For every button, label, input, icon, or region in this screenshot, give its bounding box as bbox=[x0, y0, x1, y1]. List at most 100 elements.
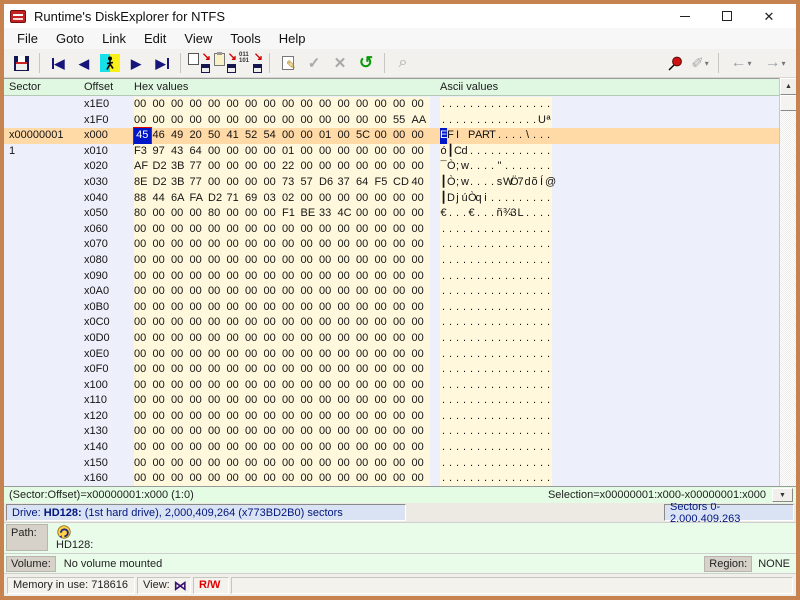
ascii-char[interactable]: . bbox=[524, 222, 531, 238]
hex-row[interactable]: x12000000000000000000000000000000000....… bbox=[4, 409, 779, 425]
hex-byte[interactable]: 00 bbox=[338, 331, 357, 347]
hex-byte[interactable]: 00 bbox=[245, 284, 264, 300]
hex-byte[interactable]: 00 bbox=[264, 424, 283, 440]
hex-byte[interactable]: 00 bbox=[190, 331, 209, 347]
accept-changes-button[interactable]: ✓ bbox=[301, 51, 327, 75]
ascii-char[interactable]: . bbox=[461, 378, 468, 394]
ascii-char[interactable]: . bbox=[454, 315, 461, 331]
hex-byte[interactable]: 00 bbox=[356, 362, 375, 378]
hex-byte[interactable]: 5C bbox=[356, 128, 375, 144]
hex-byte[interactable]: 8E bbox=[134, 175, 153, 191]
hex-byte[interactable]: 00 bbox=[375, 269, 394, 285]
save-binary-button[interactable]: 011 101 ↘ bbox=[238, 51, 264, 75]
ascii-char[interactable]: . bbox=[538, 159, 545, 175]
hex-byte[interactable]: 00 bbox=[301, 300, 320, 316]
hex-byte[interactable]: 00 bbox=[245, 222, 264, 238]
ascii-char[interactable]: . bbox=[440, 347, 447, 363]
ascii-char[interactable]: . bbox=[482, 315, 489, 331]
ascii-char[interactable]: . bbox=[517, 347, 524, 363]
hex-byte[interactable]: 00 bbox=[375, 113, 394, 129]
ascii-cell[interactable]: ................ bbox=[440, 440, 552, 456]
ascii-char[interactable]: . bbox=[454, 347, 461, 363]
ascii-cell[interactable]: ................ bbox=[440, 237, 552, 253]
hex-byte[interactable]: 00 bbox=[208, 315, 227, 331]
hex-byte[interactable]: 00 bbox=[319, 315, 338, 331]
ascii-char[interactable]: . bbox=[461, 424, 468, 440]
hex-byte[interactable]: 00 bbox=[227, 253, 246, 269]
hex-byte[interactable]: 71 bbox=[227, 191, 246, 207]
hex-byte[interactable]: 00 bbox=[208, 175, 227, 191]
hex-byte[interactable]: 00 bbox=[190, 222, 209, 238]
hex-byte[interactable]: 00 bbox=[356, 222, 375, 238]
hex-byte[interactable]: 00 bbox=[227, 440, 246, 456]
ascii-char[interactable]: . bbox=[531, 222, 538, 238]
hex-byte[interactable]: 00 bbox=[375, 440, 394, 456]
ascii-char[interactable]: . bbox=[538, 409, 545, 425]
ascii-char[interactable]: . bbox=[510, 191, 517, 207]
ascii-char[interactable]: . bbox=[454, 456, 461, 472]
ascii-char[interactable]: . bbox=[503, 331, 510, 347]
ascii-char[interactable]: . bbox=[468, 300, 475, 316]
hex-byte[interactable]: 00 bbox=[412, 206, 431, 222]
ascii-char[interactable]: . bbox=[447, 300, 454, 316]
ascii-char[interactable]: . bbox=[517, 191, 524, 207]
ascii-char[interactable]: 3 bbox=[510, 206, 517, 222]
hex-bytes-cell[interactable]: 00000000000000000000000000000000 bbox=[134, 440, 430, 456]
ascii-char[interactable]: . bbox=[538, 300, 545, 316]
ascii-char[interactable]: . bbox=[468, 284, 475, 300]
hex-byte[interactable]: 00 bbox=[319, 456, 338, 472]
ascii-char[interactable]: . bbox=[447, 362, 454, 378]
ascii-cell[interactable]: ................ bbox=[440, 393, 552, 409]
ascii-char[interactable]: . bbox=[447, 393, 454, 409]
ascii-char[interactable]: s bbox=[496, 175, 503, 191]
hex-byte[interactable]: 00 bbox=[264, 237, 283, 253]
ascii-char[interactable]: . bbox=[440, 362, 447, 378]
hex-byte[interactable]: 00 bbox=[338, 222, 357, 238]
hex-byte[interactable]: 03 bbox=[264, 191, 283, 207]
hex-byte[interactable]: 43 bbox=[171, 144, 190, 160]
ascii-char[interactable]: . bbox=[489, 362, 496, 378]
ascii-char[interactable]: . bbox=[538, 362, 545, 378]
ascii-char[interactable]: . bbox=[461, 222, 468, 238]
hex-byte[interactable]: 00 bbox=[393, 237, 412, 253]
hex-byte[interactable]: 00 bbox=[245, 409, 264, 425]
hex-byte[interactable]: 00 bbox=[264, 97, 283, 113]
hex-row[interactable]: x14000000000000000000000000000000000....… bbox=[4, 440, 779, 456]
ascii-char[interactable]: . bbox=[545, 440, 552, 456]
ascii-char[interactable]: . bbox=[531, 424, 538, 440]
hex-byte[interactable]: 00 bbox=[208, 409, 227, 425]
hex-byte[interactable]: 00 bbox=[319, 159, 338, 175]
hex-row[interactable]: x09000000000000000000000000000000000....… bbox=[4, 269, 779, 285]
ascii-char[interactable]: . bbox=[517, 300, 524, 316]
hex-byte[interactable]: 00 bbox=[153, 269, 172, 285]
ascii-char[interactable]: . bbox=[531, 191, 538, 207]
ascii-char[interactable]: Í bbox=[538, 175, 545, 191]
cursor-ascii-char[interactable]: E bbox=[440, 128, 447, 144]
ascii-char[interactable]: C bbox=[454, 144, 461, 160]
hex-byte[interactable]: 00 bbox=[393, 378, 412, 394]
hex-byte[interactable]: 00 bbox=[134, 253, 153, 269]
menu-item-link[interactable]: Link bbox=[93, 29, 135, 48]
hex-byte[interactable]: AA bbox=[412, 113, 431, 129]
hex-byte[interactable]: 00 bbox=[227, 456, 246, 472]
ascii-char[interactable]: . bbox=[531, 97, 538, 113]
ascii-char[interactable]: . bbox=[468, 456, 475, 472]
ascii-char[interactable]: i bbox=[482, 191, 489, 207]
hex-byte[interactable]: 00 bbox=[264, 269, 283, 285]
ascii-cell[interactable]: ................ bbox=[440, 456, 552, 472]
ascii-char[interactable]: . bbox=[482, 456, 489, 472]
ascii-cell[interactable]: ................ bbox=[440, 222, 552, 238]
hex-byte[interactable]: 00 bbox=[208, 237, 227, 253]
hex-byte[interactable]: 00 bbox=[208, 144, 227, 160]
hex-byte[interactable]: 00 bbox=[153, 97, 172, 113]
ascii-cell[interactable]: €...€...ñ¾3L.... bbox=[440, 206, 552, 222]
ascii-char[interactable]: Ö bbox=[510, 175, 517, 191]
ascii-char[interactable]: . bbox=[517, 222, 524, 238]
hex-row[interactable]: x07000000000000000000000000000000000....… bbox=[4, 237, 779, 253]
hex-byte[interactable]: 00 bbox=[338, 424, 357, 440]
ascii-char[interactable]: " bbox=[496, 159, 503, 175]
hex-row[interactable]: x15000000000000000000000000000000000....… bbox=[4, 456, 779, 472]
goto-last-button[interactable]: ▶ bbox=[149, 51, 175, 75]
ascii-char[interactable]: . bbox=[517, 471, 524, 486]
hex-byte[interactable]: 54 bbox=[264, 128, 283, 144]
